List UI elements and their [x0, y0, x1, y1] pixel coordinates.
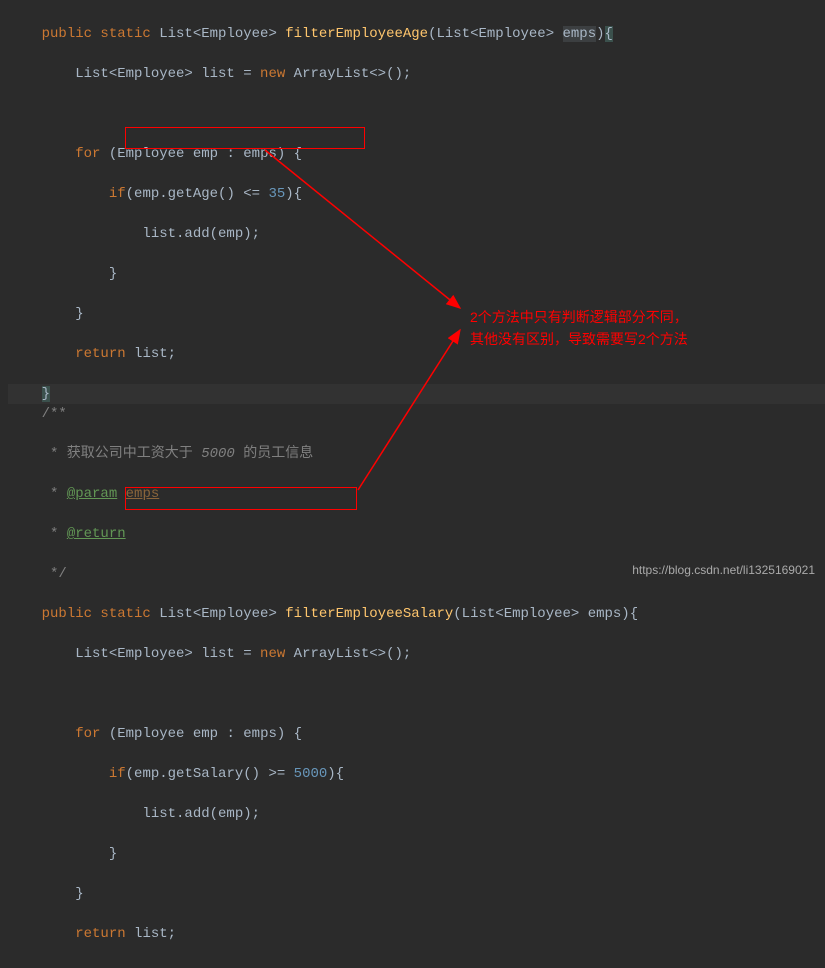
code-line-cursor: }	[8, 384, 825, 404]
code-line: if(emp.getSalary() >= 5000){	[8, 764, 825, 784]
watermark: https://blog.csdn.net/li1325169021	[632, 560, 815, 580]
javadoc-line: * 获取公司中工资大于 5000 的员工信息	[8, 444, 825, 464]
age-threshold: 35	[268, 186, 285, 202]
code-editor: public static List<Employee> filterEmplo…	[0, 0, 825, 968]
code-line: }	[8, 844, 825, 864]
javadoc-start: /**	[8, 404, 825, 424]
code-line: public static List<Employee> filterEmplo…	[8, 24, 825, 44]
salary-threshold: 5000	[294, 766, 328, 782]
javadoc-return: * @return	[8, 524, 825, 544]
annotation-text: 2个方法中只有判断逻辑部分不同， 其他没有区别，导致需要写2个方法	[470, 306, 688, 350]
code-line: for (Employee emp : emps) {	[8, 144, 825, 164]
code-line: if(emp.getAge() <= 35){	[8, 184, 825, 204]
code-line: }	[8, 884, 825, 904]
annotation-line1: 2个方法中只有判断逻辑部分不同，	[470, 306, 688, 328]
code-line: }	[8, 264, 825, 284]
code-line: for (Employee emp : emps) {	[8, 724, 825, 744]
code-line: List<Employee> list = new ArrayList<>();	[8, 64, 825, 84]
annotation-line2: 其他没有区别，导致需要写2个方法	[470, 328, 688, 350]
code-line: return list;	[8, 344, 825, 364]
code-line: public static List<Employee> filterEmplo…	[8, 604, 825, 624]
javadoc-param: * @param emps	[8, 484, 825, 504]
code-line: list.add(emp);	[8, 804, 825, 824]
code-line: list.add(emp);	[8, 224, 825, 244]
code-line: return list;	[8, 924, 825, 944]
code-line	[8, 104, 825, 124]
code-line	[8, 684, 825, 704]
code-line: }	[8, 304, 825, 324]
code-line: List<Employee> list = new ArrayList<>();	[8, 644, 825, 664]
